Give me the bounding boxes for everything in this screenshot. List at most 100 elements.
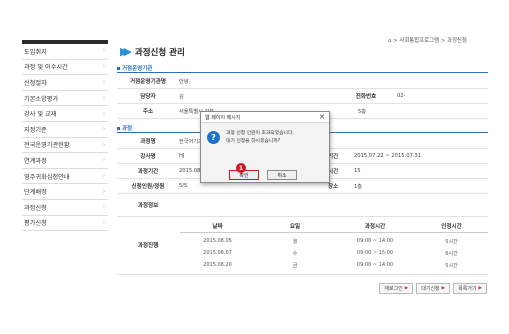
field-label: 과정기간 xyxy=(137,169,159,175)
field-value: 5층 xyxy=(358,108,367,115)
sidebar-item-instructor[interactable]: 강사 및 교재 › xyxy=(22,106,108,122)
chevron-right-icon: › xyxy=(103,157,105,164)
sidebar-item-label: 연계과정 xyxy=(24,157,47,165)
play-icon: ▶ xyxy=(478,286,482,291)
sidebar-item-naturalization[interactable]: 영주귀화심청안내 › xyxy=(22,169,108,185)
chevron-right-icon: › xyxy=(103,110,105,117)
column-header: 요일 xyxy=(289,224,301,230)
field-label: 담당자 xyxy=(140,94,156,100)
chevron-right-icon: › xyxy=(103,79,105,86)
button-label: 대기신청 xyxy=(421,286,440,292)
table-cell: 09:00 ~ 14:00 xyxy=(356,262,394,268)
sidebar: 도입취지 › 과정 및 이수시간 › 신청절차 › 기본소양평가 › 강사 및 교재 › … xyxy=(22,40,108,232)
field-value: 2015.07.22 ~ 2015.07.31 xyxy=(354,153,422,159)
column-header: 과정시간 xyxy=(364,224,386,230)
column-header: 날짜 xyxy=(212,224,223,230)
info-row: 과정정보 xyxy=(117,198,488,212)
play-icon: ▶ xyxy=(441,286,446,291)
play-icon: ▶ xyxy=(404,286,409,291)
section-title: 과정 xyxy=(122,126,133,132)
page-title-wrap: ▶▶ 과정신청 관리 xyxy=(120,45,185,58)
chevron-right-icon: › xyxy=(103,219,105,226)
field-label: 기간 xyxy=(328,154,339,160)
sidebar-item-institutions[interactable]: 전국운영기관현황 › xyxy=(22,138,108,154)
sidebar-item-label: 단계배정 xyxy=(24,189,47,197)
table-cell: 2015.08.05 xyxy=(203,238,232,244)
bottom-button-group: 재로그인 ▶ 대기신청 ▶ 목록가기 ▶ xyxy=(379,283,487,294)
table-row: 2015.08.20 금 09:00 ~ 14:00 5시간 xyxy=(180,259,488,271)
sidebar-item-label: 전국운영기관현황 xyxy=(24,142,70,150)
chevron-right-icon: › xyxy=(103,95,105,102)
sidebar-item-procedure[interactable]: 신청절차 › xyxy=(22,75,108,91)
close-icon[interactable]: ✕ xyxy=(319,113,325,121)
question-icon: ? xyxy=(207,131,220,144)
field-label: 과정명 xyxy=(140,139,156,145)
field-label: 주소 xyxy=(142,109,154,115)
list-button[interactable]: 목록가기 ▶ xyxy=(453,283,487,294)
bullet-icon xyxy=(117,126,120,130)
field-label: 전화번호 xyxy=(355,94,377,100)
sidebar-item-eval-apply[interactable]: 평가신청 › xyxy=(22,216,108,232)
field-label: 시간 xyxy=(328,169,339,175)
field-value: 안녕 xyxy=(179,78,189,85)
chevron-right-icon: › xyxy=(103,141,105,148)
field-label: 강사명 xyxy=(140,154,156,160)
dialog-message-line: 과정 신청 인원이 초과되었습니다. xyxy=(226,131,294,136)
dialog-body: ? 과정 신청 인원이 초과되었습니다. 대기 신청을 하시겠습니까? xyxy=(207,128,294,146)
column-header: 인정시간 xyxy=(441,224,462,230)
info-row: 담당자 김 전화번호 02- xyxy=(117,90,488,102)
sidebar-item-basic-eval[interactable]: 기본소양평가 › xyxy=(22,91,108,107)
sidebar-item-label: 신청절차 xyxy=(24,79,47,87)
field-label: 신청인원/정원 xyxy=(131,184,165,190)
divider xyxy=(117,72,488,73)
button-label: 재로그인 xyxy=(384,286,403,292)
step-marker-badge: 1 xyxy=(236,163,246,173)
sidebar-item-label: 과정 및 이수시간 xyxy=(24,64,68,72)
sidebar-item-label: 기본소양평가 xyxy=(24,95,59,103)
field-value: 15 xyxy=(354,168,361,174)
sidebar-item-label: 강사 및 교재 xyxy=(24,111,57,119)
sidebar-item-course-hours[interactable]: 과정 및 이수시간 › xyxy=(22,60,108,76)
divider xyxy=(117,103,488,104)
dialog-titlebar: 웹 페이지 메시지 ✕ xyxy=(201,112,329,123)
divider xyxy=(117,274,488,275)
table-cell: 수 xyxy=(292,250,298,257)
chevron-right-icon: › xyxy=(103,126,105,133)
double-arrow-icon: ▶▶ xyxy=(120,45,132,58)
field-value: 1층 xyxy=(354,183,363,190)
table-cell: 2015.08.07 xyxy=(203,250,232,256)
chevron-right-icon: › xyxy=(103,188,105,195)
confirm-dialog: 웹 페이지 메시지 ✕ ? 과정 신청 인원이 초과되었습니다. 대기 신청을 … xyxy=(200,111,330,183)
chevron-right-icon: › xyxy=(103,173,105,180)
sidebar-item-placement[interactable]: 단계배정 › xyxy=(22,184,108,200)
cancel-button[interactable]: 취소 xyxy=(267,170,297,180)
button-label: 목록가기 xyxy=(458,286,477,292)
waitlist-button[interactable]: 대기신청 ▶ xyxy=(416,283,451,294)
sidebar-item-label: 지정기준 xyxy=(24,126,47,134)
info-row: 거점운영기관명 안녕 xyxy=(117,75,488,87)
sidebar-item-course-apply[interactable]: 과정신청 › xyxy=(22,200,108,216)
table-cell: 09:00 ~ 15:00 xyxy=(356,250,394,256)
schedule-label-cell: 과정진행 xyxy=(117,230,179,260)
table-cell: 5시간 xyxy=(445,262,458,269)
sidebar-item-label: 과정신청 xyxy=(24,204,47,212)
divider xyxy=(117,193,488,194)
sidebar-item-label: 평가신청 xyxy=(24,220,47,228)
table-cell: 5시간 xyxy=(445,238,458,245)
chevron-right-icon: › xyxy=(103,63,105,70)
chevron-right-icon: › xyxy=(103,48,105,55)
relogin-button[interactable]: 재로그인 ▶ xyxy=(379,283,414,294)
sidebar-item-criteria[interactable]: 지정기준 › xyxy=(22,122,108,138)
table-cell: 월 xyxy=(292,238,298,245)
sidebar-item-intro[interactable]: 도입취지 › xyxy=(22,44,108,60)
field-label: 과정진행 xyxy=(137,243,159,249)
dialog-title: 웹 페이지 메시지 xyxy=(205,114,241,121)
table-row: 2015.08.05 월 09:00 ~ 14:00 5시간 xyxy=(180,235,488,247)
section-institution: 거점운영기관 xyxy=(117,64,152,72)
field-value: 김 xyxy=(179,93,184,100)
bullet-icon xyxy=(117,66,120,70)
sidebar-item-linked[interactable]: 연계과정 › xyxy=(22,153,108,169)
field-label: 거점운영기관명 xyxy=(129,79,167,85)
schedule-header: 날짜 요일 과정시간 인정시간 xyxy=(180,220,488,233)
table-cell: 금 xyxy=(292,262,298,269)
